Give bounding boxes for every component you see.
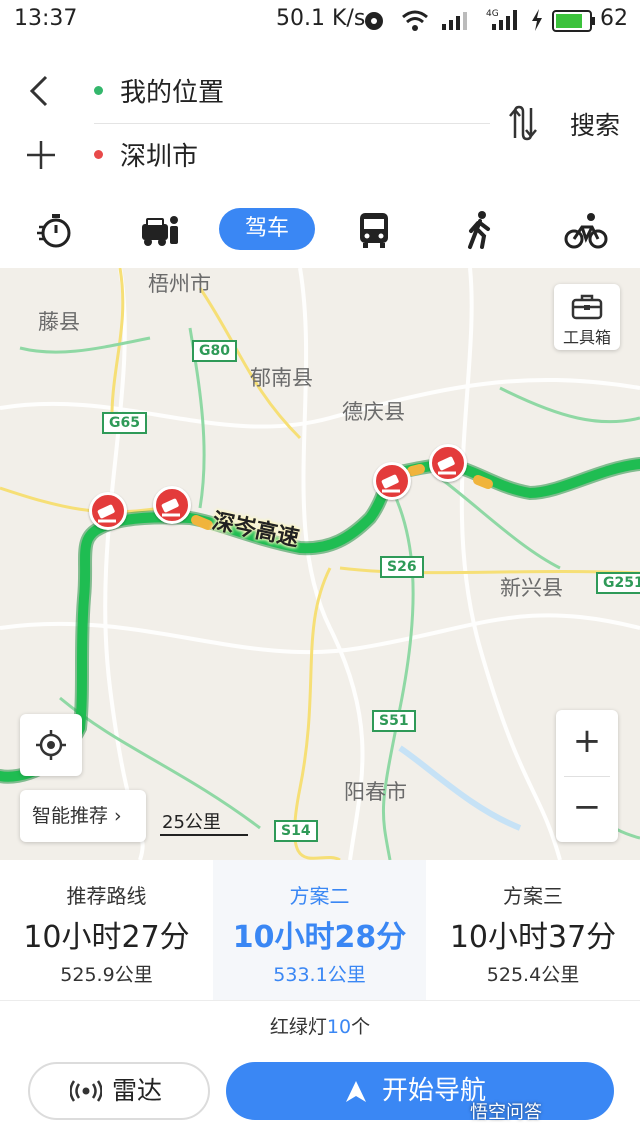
map-view[interactable]: 梧州市 藤县 郁南县 德庆县 新兴县 阳春市 G80 G65 S26 S51 S… xyxy=(0,268,640,860)
search-button[interactable]: 搜索 xyxy=(570,106,620,142)
bike-icon[interactable] xyxy=(564,210,608,250)
network-speed: 50.1 K/s xyxy=(276,6,366,31)
toolbox-label: 工具箱 xyxy=(562,328,611,347)
back-icon[interactable] xyxy=(24,74,54,108)
toolbox-button[interactable]: 工具箱 xyxy=(554,284,620,350)
shield-s14: S14 xyxy=(274,820,318,842)
origin-dot xyxy=(94,86,103,95)
radar-icon xyxy=(70,1080,102,1102)
speed-camera-icon[interactable] xyxy=(153,486,191,524)
transport-mode-bar: 驾车 xyxy=(0,200,640,268)
bus-icon[interactable] xyxy=(352,210,396,250)
origin-field[interactable]: 我的位置 xyxy=(120,72,224,109)
charging-icon xyxy=(532,9,542,31)
scale-label: 25公里 xyxy=(162,812,221,833)
start-navigation-button[interactable]: 开始导航 xyxy=(226,1062,614,1120)
route-distance: 525.9公里 xyxy=(60,964,153,986)
smart-recommend-button[interactable]: 智能推荐 › xyxy=(20,790,146,842)
place-xinxing: 新兴县 xyxy=(500,576,563,600)
radar-button[interactable]: 雷达 xyxy=(28,1062,210,1120)
map-canvas xyxy=(0,268,640,860)
speed-camera-icon[interactable] xyxy=(429,444,467,482)
route-duration: 10小时28分 xyxy=(232,920,407,955)
shield-s51: S51 xyxy=(372,710,416,732)
battery-icon xyxy=(552,10,595,32)
place-yangchun: 阳春市 xyxy=(344,780,407,804)
add-waypoint-icon[interactable] xyxy=(24,138,58,172)
tab-drive[interactable]: 驾车 xyxy=(219,208,315,250)
smart-recommend-label: 智能推荐 xyxy=(32,805,109,827)
place-wuzhou: 梧州市 xyxy=(148,272,211,296)
stopwatch-icon[interactable] xyxy=(34,210,78,250)
locate-button[interactable] xyxy=(20,714,82,776)
route-option-2[interactable]: 方案二 10小时28分 533.1公里 xyxy=(213,860,426,1000)
route-name: 方案三 xyxy=(503,884,563,908)
radar-label: 雷达 xyxy=(112,1076,163,1105)
navigation-arrow-icon xyxy=(346,1081,366,1102)
swap-icon[interactable] xyxy=(506,104,540,142)
toolbox-icon xyxy=(571,294,603,320)
shield-s26: S26 xyxy=(380,556,424,578)
route-name: 推荐路线 xyxy=(66,884,147,908)
cards-divider xyxy=(0,1000,640,1001)
wifi-icon xyxy=(402,10,428,31)
route-distance: 533.1公里 xyxy=(273,964,366,986)
route-header: 我的位置 深圳市 搜索 xyxy=(0,40,640,200)
zoom-out-button[interactable]: − xyxy=(556,776,618,842)
taxi-icon[interactable] xyxy=(138,210,182,250)
signal-icon xyxy=(442,12,467,30)
shield-g80: G80 xyxy=(192,340,237,362)
zoom-controls: + − xyxy=(556,710,618,842)
place-deqing: 德庆县 xyxy=(342,400,405,424)
locate-icon xyxy=(36,730,66,760)
destination-dot xyxy=(94,150,103,159)
status-time: 13:37 xyxy=(14,6,78,31)
traffic-lights-info: 红绿灯10个 xyxy=(0,1012,640,1039)
route-options: 推荐路线 10小时27分 525.9公里 方案二 10小时28分 533.1公里… xyxy=(0,860,640,1000)
signal-4g-icon: 4G xyxy=(486,9,517,30)
field-separator xyxy=(94,123,490,124)
route-option-3[interactable]: 方案三 10小时37分 525.4公里 xyxy=(426,860,640,1000)
speed-camera-icon[interactable] xyxy=(89,492,127,530)
zoom-in-button[interactable]: + xyxy=(556,710,618,776)
route-option-1[interactable]: 推荐路线 10小时27分 525.9公里 xyxy=(0,860,213,1000)
speed-camera-icon[interactable] xyxy=(373,462,411,500)
hotspot-icon xyxy=(365,12,383,30)
destination-field[interactable]: 深圳市 xyxy=(120,136,198,173)
traffic-lights-prefix: 红绿灯 xyxy=(269,1016,327,1038)
walk-icon[interactable] xyxy=(458,210,502,250)
watermark: 悟空问答 xyxy=(470,1102,542,1123)
route-distance: 525.4公里 xyxy=(486,964,580,986)
shield-g65: G65 xyxy=(102,412,147,434)
svg-text:4G: 4G xyxy=(486,9,499,19)
traffic-lights-count: 10 xyxy=(326,1016,352,1038)
route-duration: 10小时27分 xyxy=(23,920,190,955)
route-duration: 10小时37分 xyxy=(449,920,617,955)
shield-g2518: G2518 xyxy=(596,572,640,594)
traffic-lights-suffix: 个 xyxy=(351,1016,371,1038)
chevron-right-icon: › xyxy=(108,805,122,827)
place-tengxian: 藤县 xyxy=(38,310,80,334)
place-yunan: 郁南县 xyxy=(250,366,313,390)
scale-bar xyxy=(160,834,248,836)
route-name: 方案二 xyxy=(289,884,350,908)
status-bar: 13:37 50.1 K/s 4G 62 xyxy=(0,0,640,40)
battery-percent: 62 xyxy=(600,6,628,31)
